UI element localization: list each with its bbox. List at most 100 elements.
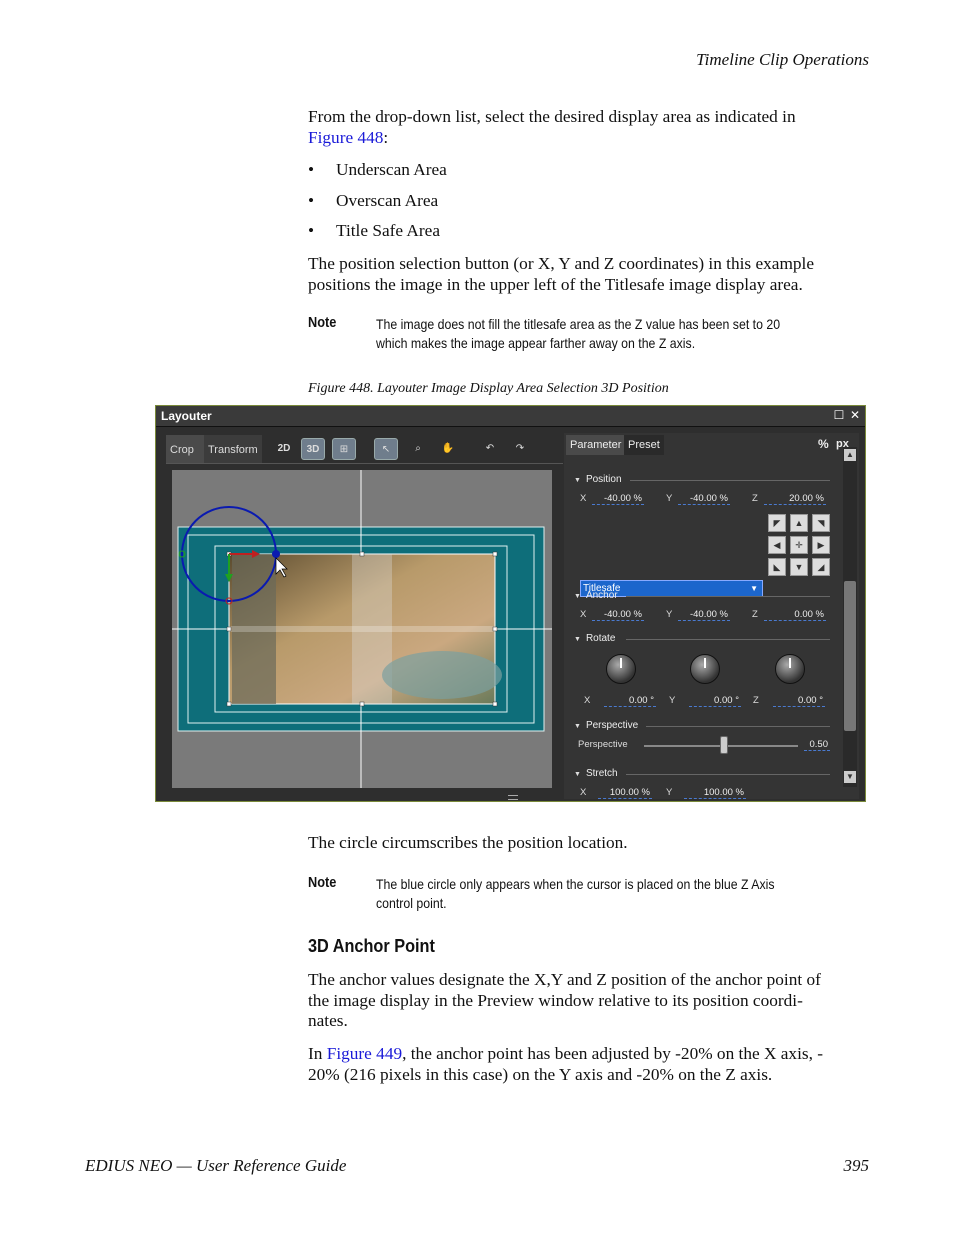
intro-paragraph: From the drop-down list, select the desi… xyxy=(308,107,868,148)
anchor-z-label: Z xyxy=(752,609,758,620)
position-z-label: Z xyxy=(752,493,758,504)
note-text: The image does not fill the titlesafe ar… xyxy=(376,315,869,352)
tab-parameter[interactable]: Parameter xyxy=(566,435,626,455)
position-x-field[interactable]: -40.00 % xyxy=(592,493,644,505)
window-title: Layouter xyxy=(161,409,212,423)
tab-crop[interactable]: Crop xyxy=(166,435,204,463)
stretch-x-label: X xyxy=(580,787,587,798)
anchor-y-field[interactable]: -40.00 % xyxy=(678,609,730,621)
section-rotate[interactable]: Rotate xyxy=(574,633,615,644)
resize-grip-icon[interactable] xyxy=(508,795,518,800)
note-label: Note xyxy=(308,875,337,891)
position-top-left-button[interactable]: ◤ xyxy=(768,514,786,532)
redo-icon[interactable]: ↷ xyxy=(508,438,532,460)
bullet-text: Title Safe Area xyxy=(336,221,440,240)
position-x-label: X xyxy=(580,493,587,504)
section-divider xyxy=(646,726,830,727)
page-number: 395 xyxy=(843,1156,870,1175)
maximize-icon[interactable]: ☐ xyxy=(833,409,845,421)
stretch-x-field[interactable]: 100.00 % xyxy=(598,787,652,799)
position-center-button[interactable]: ✛ xyxy=(790,536,808,554)
anchor-x-field[interactable]: -40.00 % xyxy=(592,609,644,621)
figure-449-paragraph: In Figure 449, the anchor point has been… xyxy=(308,1044,868,1085)
zoom-icon[interactable]: ⌕ xyxy=(406,438,430,460)
tab-transform[interactable]: Transform xyxy=(204,435,262,463)
text-line: which makes the image appear farther awa… xyxy=(376,334,696,351)
grid-icon[interactable]: ⊞ xyxy=(332,438,356,460)
bullet-text: Underscan Area xyxy=(336,160,447,179)
intro-colon: : xyxy=(383,127,389,147)
intro-text: From the drop-down list, select the desi… xyxy=(308,107,796,126)
footer-title: EDIUS NEO — User Reference Guide xyxy=(85,1156,347,1175)
position-right-button[interactable]: ▶ xyxy=(812,536,830,554)
scroll-up-icon[interactable]: ▲ xyxy=(844,449,856,461)
z-axis-point xyxy=(272,550,280,558)
bullet-text: Overscan Area xyxy=(336,191,439,210)
rotate-x-field[interactable]: 0.00 ° xyxy=(604,695,656,707)
rotate-z-field[interactable]: 0.00 ° xyxy=(773,695,825,707)
rotate-z-knob[interactable] xyxy=(775,654,805,684)
image-band xyxy=(229,626,495,632)
layouter-window: Layouter ☐ ✕ Crop Transform 2D 3D ⊞ ↖ ⌕ … xyxy=(155,405,866,802)
running-header: Timeline Clip Operations xyxy=(696,50,869,69)
pointer-icon[interactable]: ↖ xyxy=(374,438,398,460)
bullet-underscan: • Underscan Area xyxy=(308,160,447,179)
text-line: the image display in the Preview window … xyxy=(308,990,803,1010)
position-bottom-button[interactable]: ▼ xyxy=(790,558,808,576)
toolbar-2d-button[interactable]: 2D xyxy=(272,438,296,460)
section-divider xyxy=(630,480,830,481)
position-bottom-left-button[interactable]: ◣ xyxy=(768,558,786,576)
scroll-thumb[interactable] xyxy=(844,581,856,731)
text-line: control point. xyxy=(376,894,447,911)
position-y-label: Y xyxy=(666,493,673,504)
text-line: The anchor values designate the X,Y and … xyxy=(308,970,821,989)
hand-icon[interactable]: ✋ xyxy=(436,438,460,460)
stretch-y-label: Y xyxy=(666,787,673,798)
position-top-right-button[interactable]: ◥ xyxy=(812,514,830,532)
anchor-z-field[interactable]: 0.00 % xyxy=(764,609,826,621)
position-bottom-right-button[interactable]: ◢ xyxy=(812,558,830,576)
note-label: Note xyxy=(308,315,337,331)
rotate-x-knob[interactable] xyxy=(606,654,636,684)
bullet-overscan: • Overscan Area xyxy=(308,191,439,210)
close-icon[interactable]: ✕ xyxy=(849,409,861,421)
position-y-field[interactable]: -40.00 % xyxy=(678,493,730,505)
section-divider xyxy=(626,774,830,775)
section-divider xyxy=(626,596,830,597)
rotate-y-knob[interactable] xyxy=(690,654,720,684)
parameter-panel: Parameter Preset % px Position X -40.00 … xyxy=(564,433,859,799)
rotate-y-label: Y xyxy=(669,695,676,706)
text-line: 20% (216 pixels in this case) on the Y a… xyxy=(308,1064,773,1084)
section-position[interactable]: Position xyxy=(574,474,622,485)
anchor-x-label: X xyxy=(580,609,587,620)
bullet-title-safe: • Title Safe Area xyxy=(308,221,440,240)
position-z-field[interactable]: 20.00 % xyxy=(764,493,826,505)
undo-icon[interactable]: ↶ xyxy=(478,438,502,460)
figure-caption: Figure 448. Layouter Image Display Area … xyxy=(308,381,669,396)
text-line: , the anchor point has been adjusted by … xyxy=(402,1044,823,1063)
text-line: nates. xyxy=(308,1011,348,1030)
text-line: The image does not fill the titlesafe ar… xyxy=(376,316,781,332)
tab-preset[interactable]: Preset xyxy=(624,435,664,455)
section-heading: 3D Anchor Point xyxy=(308,935,435,956)
figure-448-link[interactable]: Figure 448 xyxy=(308,128,383,147)
scroll-down-icon[interactable]: ▼ xyxy=(844,771,856,783)
percent-unit-button[interactable]: % xyxy=(818,437,829,451)
section-stretch[interactable]: Stretch xyxy=(574,768,618,779)
stretch-y-field[interactable]: 100.00 % xyxy=(684,787,746,799)
section-perspective[interactable]: Perspective xyxy=(574,720,638,731)
perspective-value-field[interactable]: 0.50 xyxy=(804,739,830,751)
panel-scrollbar[interactable]: ▲ ▼ xyxy=(843,447,857,787)
anchor-y-label: Y xyxy=(666,609,673,620)
text-line: The blue circle only appears when the cu… xyxy=(376,876,775,892)
perspective-slider-thumb[interactable] xyxy=(720,736,729,754)
rotate-x-label: X xyxy=(584,695,591,706)
position-paragraph: The position selection button (or X, Y a… xyxy=(308,254,868,295)
position-top-button[interactable]: ▲ xyxy=(790,514,808,532)
rotate-y-field[interactable]: 0.00 ° xyxy=(689,695,741,707)
figure-449-link[interactable]: Figure 449 xyxy=(327,1044,402,1063)
section-anchor[interactable]: Anchor xyxy=(574,590,618,601)
toolbar-3d-button[interactable]: 3D xyxy=(301,438,325,460)
position-left-button[interactable]: ◀ xyxy=(768,536,786,554)
preview-canvas[interactable] xyxy=(172,470,552,788)
